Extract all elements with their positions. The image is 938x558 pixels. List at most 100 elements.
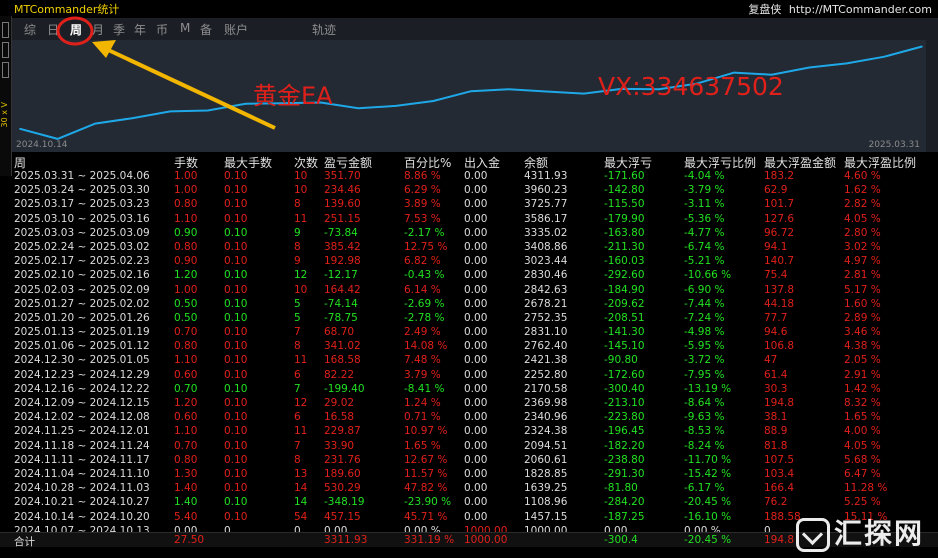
cell-lots: 5.40: [174, 510, 198, 523]
cell-pct: -23.90 %: [404, 496, 452, 509]
cell-count: 9: [294, 255, 301, 268]
tab-account[interactable]: 账户: [224, 21, 248, 38]
cell-maxfp: -9.63 %: [684, 411, 725, 424]
col-pnl[interactable]: 盈亏金额: [324, 154, 372, 171]
cell-maxf: -284.20: [604, 496, 645, 509]
cell-maxpp: 4.00 %: [844, 425, 881, 438]
cell-maxlots: 0.10: [224, 453, 248, 466]
cell-maxfp: -8.64 %: [684, 397, 725, 409]
table-row[interactable]: 2025.02.24 ~ 2025.03.02 0.80 0.10 8 385.42 12…: [12, 241, 938, 255]
cell-maxf: -142.80: [604, 184, 645, 197]
table-row[interactable]: 2025.03.03 ~ 2025.03.09 0.90 0.10 9 -73.84 -2…: [12, 227, 938, 241]
brand-url[interactable]: http://MTCommander.com: [789, 3, 932, 16]
strip-marker: [2, 42, 9, 58]
table-row[interactable]: 2024.11.11 ~ 2024.11.17 0.80 0.10 8 231.76 12…: [12, 454, 938, 468]
cell-week: 2025.01.06 ~ 2025.01.12: [14, 340, 150, 353]
col-pct[interactable]: 百分比%: [404, 154, 451, 171]
table-row[interactable]: 2024.12.30 ~ 2025.01.05 1.10 0.10 11 168.58 7…: [12, 354, 938, 368]
tab-m[interactable]: M: [180, 21, 190, 35]
equity-point: [808, 66, 811, 69]
table-row[interactable]: 2025.03.31 ~ 2025.04.06 1.00 0.10 10 351.70 8…: [12, 170, 938, 184]
cell-maxpp: 3.02 %: [844, 240, 881, 253]
cell-maxf: -208.51: [604, 311, 645, 324]
cell-count: 14: [294, 482, 308, 495]
total-inout: 1000.00: [464, 534, 508, 546]
table-row[interactable]: 2024.12.02 ~ 2024.12.08 0.60 0.10 6 16.58 0.7…: [12, 411, 938, 425]
watermark-text: 汇探网: [833, 517, 924, 550]
table-row[interactable]: 2024.12.16 ~ 2024.12.22 0.70 0.10 7 -199.40 -…: [12, 383, 938, 397]
tab-quarter[interactable]: 季: [113, 21, 125, 38]
col-balance[interactable]: 余额: [524, 154, 548, 171]
col-max-lots[interactable]: 最大手数: [224, 154, 272, 171]
cell-count: 8: [294, 240, 301, 253]
col-max-float-profit[interactable]: 最大浮盈金额: [764, 154, 836, 171]
cell-pnl: 351.70: [324, 170, 361, 182]
table-row[interactable]: 2025.02.10 ~ 2025.02.16 1.20 0.10 12 -12.17 -…: [12, 269, 938, 283]
table-row[interactable]: 2024.10.28 ~ 2024.11.03 1.40 0.10 14 530.29 4…: [12, 482, 938, 496]
title-bar: MTCommander统计 复盘侠 http://MTCommander.com: [0, 0, 938, 16]
cell-maxlots: 0.10: [224, 297, 248, 310]
tab-year[interactable]: 年: [134, 21, 146, 38]
table-row[interactable]: 2024.12.23 ~ 2024.12.29 0.60 0.10 6 82.22 3.7…: [12, 369, 938, 383]
cell-maxfp: -5.21 %: [684, 255, 725, 268]
cell-maxfp: -3.79 %: [684, 184, 725, 197]
cell-pct: 12.75 %: [404, 240, 448, 253]
col-max-float-profit-pct[interactable]: 最大浮盈比例: [844, 154, 916, 171]
table-row[interactable]: 2025.03.24 ~ 2025.03.30 1.00 0.10 10 234.46 6…: [12, 184, 938, 198]
col-max-float-loss-pct[interactable]: 最大浮亏比例: [684, 154, 756, 171]
watermark: 汇探网: [795, 512, 924, 552]
table-row[interactable]: 2024.11.25 ~ 2024.12.01 1.10 0.10 11 229.87 1…: [12, 425, 938, 439]
cell-bal: 3335.02: [524, 226, 568, 239]
table-row[interactable]: 2025.01.20 ~ 2025.01.26 0.50 0.10 5 -78.75 -2…: [12, 312, 938, 326]
cell-maxf: -300.40: [604, 382, 645, 395]
cell-maxfp: -7.24 %: [684, 311, 725, 324]
cell-bal: 2170.58: [524, 382, 568, 395]
tab-backup[interactable]: 备: [200, 21, 212, 38]
cell-pct: -8.41 %: [404, 382, 445, 395]
cell-bal: 2678.21: [524, 297, 568, 310]
cell-pnl: 192.98: [324, 255, 361, 268]
tab-currency[interactable]: 币: [156, 21, 168, 38]
cell-maxpp: 6.47 %: [844, 467, 881, 480]
tab-week[interactable]: 周: [70, 21, 82, 38]
tab-month[interactable]: 月: [92, 21, 104, 38]
col-count[interactable]: 次数: [294, 154, 318, 171]
cell-maxf: -160.03: [604, 255, 645, 268]
table-row[interactable]: 2025.01.13 ~ 2025.01.19 0.70 0.10 7 68.70 2.4…: [12, 326, 938, 340]
cell-pnl: 231.76: [324, 453, 361, 466]
table-row[interactable]: 2025.02.17 ~ 2025.02.23 0.90 0.10 9 192.98 6.…: [12, 255, 938, 269]
tab-summary[interactable]: 综: [24, 21, 36, 38]
col-lots[interactable]: 手数: [174, 154, 198, 171]
cell-maxp: 38.1: [764, 411, 788, 424]
equity-chart-svg: [19, 45, 923, 140]
tab-trajectory[interactable]: 轨迹: [312, 21, 336, 38]
table-row[interactable]: 2024.12.09 ~ 2024.12.15 1.20 0.10 12 29.02 1.…: [12, 397, 938, 411]
table-row[interactable]: 2025.03.10 ~ 2025.03.16 1.10 0.10 11 251.15 7…: [12, 213, 938, 227]
col-inout[interactable]: 出入金: [464, 154, 500, 171]
cell-io: 0.00: [464, 397, 488, 409]
table-row[interactable]: 2025.01.27 ~ 2025.02.02 0.50 0.10 5 -74.14 -2…: [12, 298, 938, 312]
cell-maxfp: -6.17 %: [684, 482, 725, 495]
table-row[interactable]: 2025.02.03 ~ 2025.02.09 1.00 0.10 10 164.42 6…: [12, 284, 938, 298]
cell-bal: 1108.96: [524, 496, 568, 509]
table-row[interactable]: 2024.11.04 ~ 2024.11.10 1.30 0.10 13 189.60 1…: [12, 468, 938, 482]
cell-lots: 1.00: [174, 283, 198, 296]
cell-pct: -0.43 %: [404, 269, 445, 282]
table-row[interactable]: 2024.10.21 ~ 2024.10.27 1.40 0.10 14 -348.19…: [12, 496, 938, 510]
table-row[interactable]: 2025.03.17 ~ 2025.03.23 0.80 0.10 8 139.60 3.…: [12, 198, 938, 212]
cell-bal: 3023.44: [524, 255, 568, 268]
cell-week: 2024.10.28 ~ 2024.11.03: [14, 482, 150, 495]
table-row[interactable]: 2024.11.18 ~ 2024.11.24 0.70 0.10 7 33.90 1.6…: [12, 440, 938, 454]
cell-count: 9: [294, 226, 301, 239]
cell-maxf: -196.45: [604, 425, 645, 438]
cell-maxlots: 0.10: [224, 482, 248, 495]
col-week[interactable]: 周: [14, 154, 26, 171]
cell-week: 2025.03.24 ~ 2025.03.30: [14, 184, 150, 197]
table-row[interactable]: 2025.01.06 ~ 2025.01.12 0.80 0.10 8 341.02 14…: [12, 340, 938, 354]
tab-day[interactable]: 日: [47, 21, 59, 38]
col-max-float-loss[interactable]: 最大浮亏: [604, 154, 652, 171]
cell-bal: 1457.15: [524, 510, 568, 523]
cell-bal: 2421.38: [524, 354, 568, 367]
cell-lots: 0.80: [174, 198, 198, 211]
cell-maxlots: 0.10: [224, 382, 248, 395]
